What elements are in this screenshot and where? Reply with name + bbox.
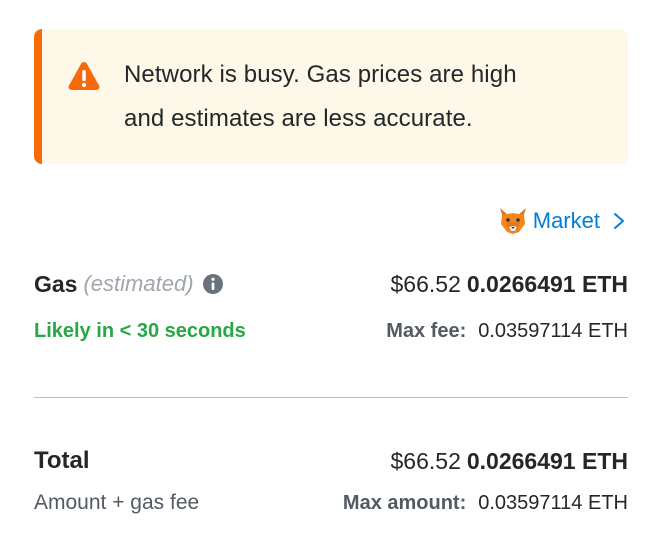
gas-eth-value: 0.0266491 ETH — [466, 270, 628, 297]
total-row: Total $66.52 0.0266491 ETH — [34, 443, 628, 479]
gas-label: Gas — [34, 270, 78, 297]
alert-message-line-2: and estimates are less accurate. — [124, 105, 473, 132]
market-fee-selector[interactable]: Market — [497, 205, 626, 237]
alert-message-line-1: Network is busy. Gas prices are high — [124, 61, 517, 88]
warning-icon — [68, 62, 100, 90]
amount-row: Amount + gas fee Max amount: 0.03597114 E… — [34, 485, 628, 521]
alert-message: Network is busy. Gas prices are high and… — [124, 53, 517, 141]
max-amount-label: Max amount: — [342, 491, 467, 514]
market-label[interactable]: Market — [533, 208, 600, 234]
gas-estimated-label: (estimated) — [83, 271, 194, 296]
gas-row: Gas (estimated) $66.52 0.0266491 ETH — [34, 266, 628, 302]
max-amount: Max amount: 0.03597114 ETH — [343, 492, 628, 515]
max-fee-label: Max fee: — [386, 319, 467, 342]
total-value: $66.52 0.0266491 ETH — [391, 448, 628, 475]
max-fee-value: 0.03597114 ETH — [478, 319, 628, 342]
divider — [34, 397, 628, 398]
total-fiat-value: $66.52 — [390, 447, 461, 474]
total-eth-value: 0.0266491 ETH — [466, 447, 628, 474]
chevron-right-icon[interactable] — [612, 212, 626, 230]
fox-icon — [499, 208, 526, 234]
likely-time-label: Likely in < 30 seconds — [34, 319, 246, 342]
gas-timing-row: Likely in < 30 seconds Max fee: 0.0359711… — [34, 313, 628, 349]
total-label: Total — [34, 447, 90, 474]
max-fee: Max fee: 0.03597114 ETH — [386, 320, 628, 343]
info-icon[interactable] — [202, 273, 224, 295]
network-busy-alert: Network is busy. Gas prices are high and… — [34, 29, 628, 164]
gas-value: $66.52 0.0266491 ETH — [391, 271, 628, 298]
amount-plus-gas-label: Amount + gas fee — [34, 491, 200, 514]
gas-title: Gas (estimated) — [34, 271, 224, 298]
max-amount-value: 0.03597114 ETH — [478, 491, 628, 514]
gas-fiat-value: $66.52 — [390, 270, 461, 297]
